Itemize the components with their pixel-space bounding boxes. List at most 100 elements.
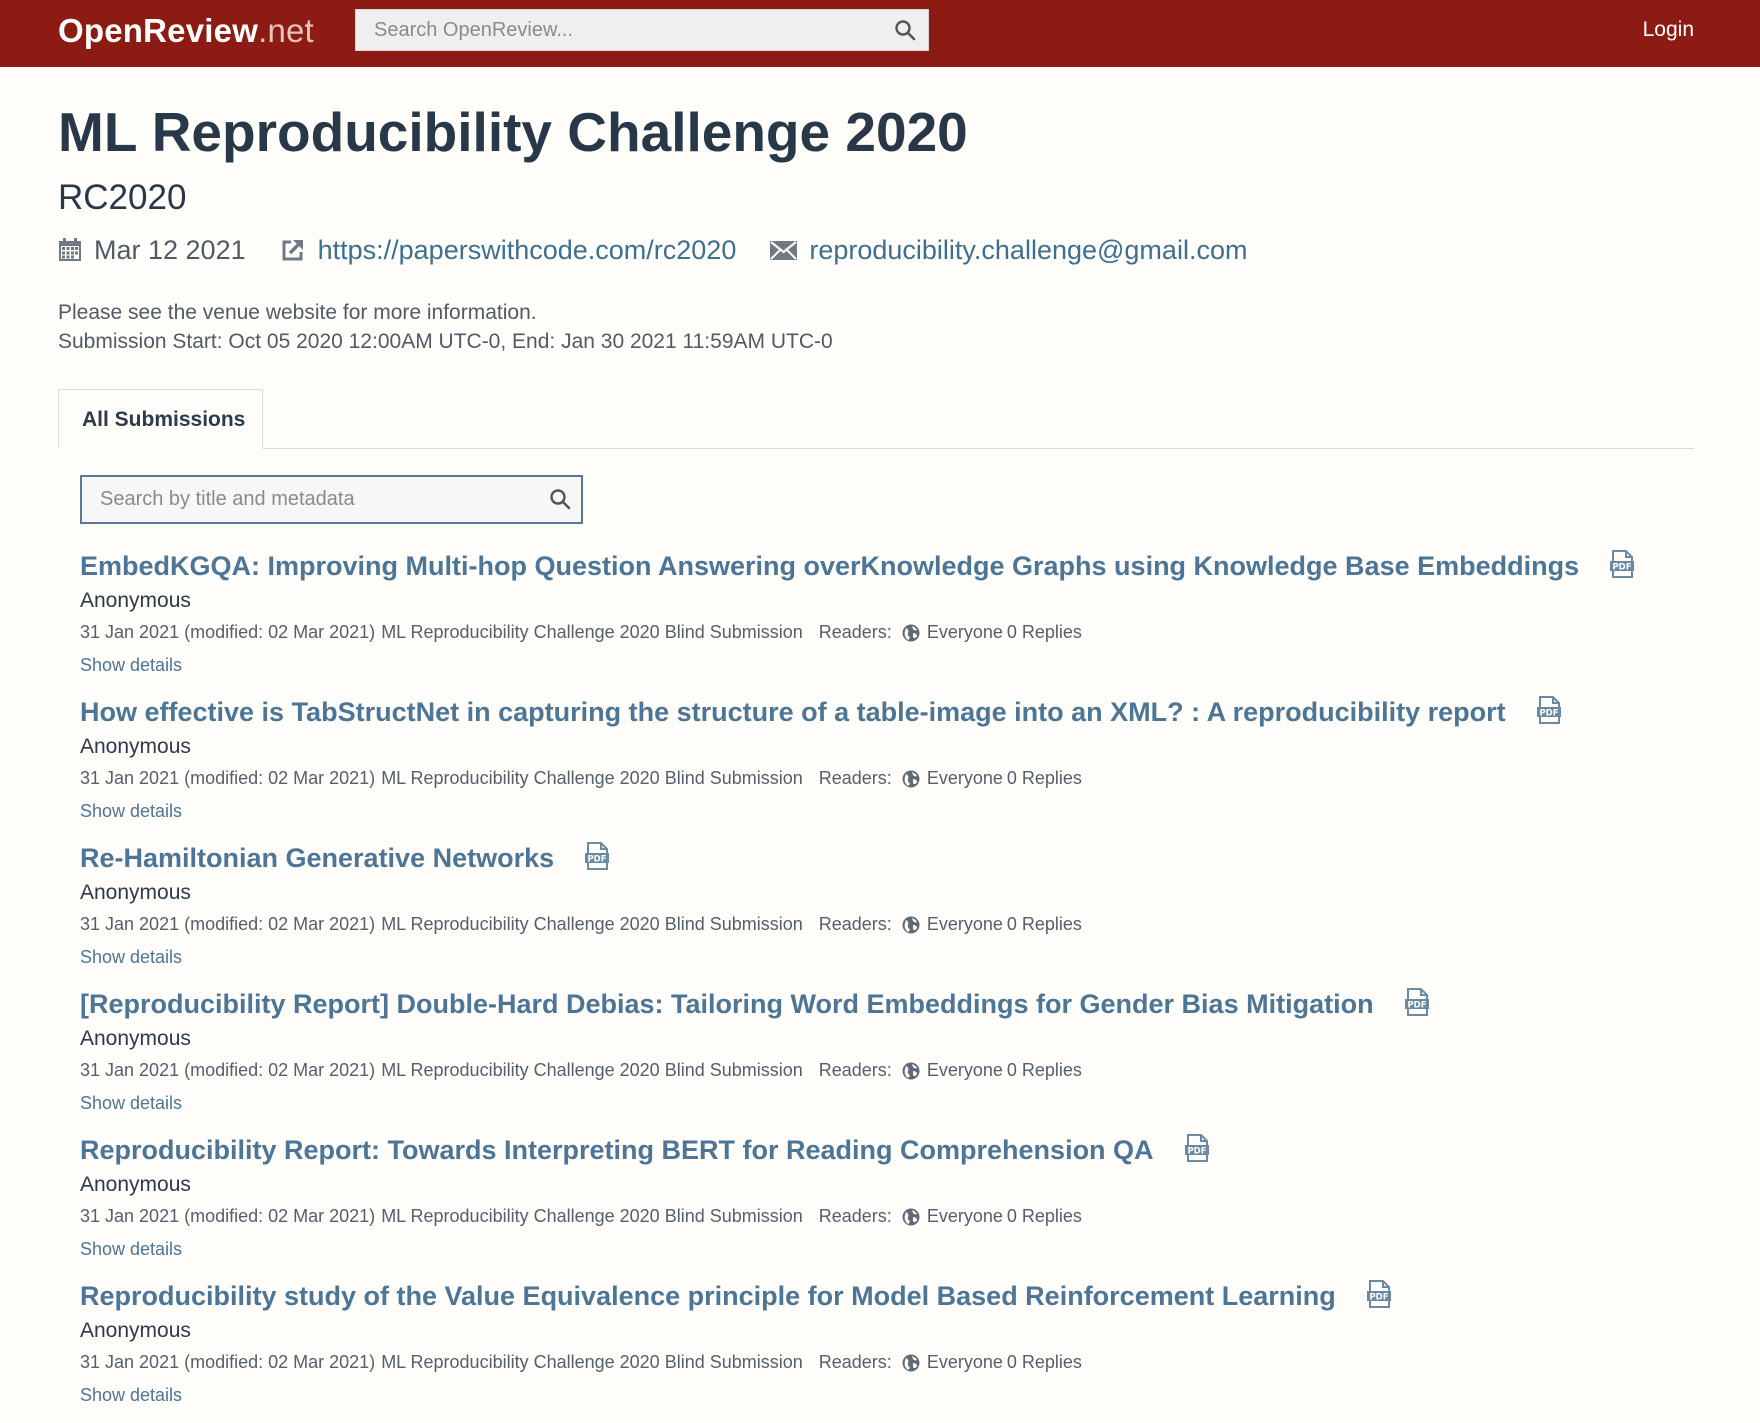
readers-value: Everyone — [926, 622, 1003, 642]
readers-label: Readers: — [818, 1206, 892, 1226]
submission-meta: 31 Jan 2021 (modified: 02 Mar 2021) ML R… — [80, 762, 1700, 795]
submission-invitation: ML Reproducibility Challenge 2020 Blind … — [381, 1060, 803, 1080]
venue-meta: Mar 12 2021 https://paperswithcode.com/r… — [58, 232, 1281, 268]
submission-authors[interactable]: Anonymous — [80, 732, 1700, 762]
submissions-filter — [80, 475, 583, 524]
submission-item: How effective is TabStructNet in capturi… — [80, 693, 1700, 839]
submission-item: Reproducibility Report: Towards Interpre… — [80, 1131, 1700, 1277]
submission-item: Re-Hamiltonian Generative Networks PDF A… — [80, 839, 1700, 985]
brand-suffix: .net — [258, 12, 314, 49]
submission-meta: 31 Jan 2021 (modified: 02 Mar 2021) ML R… — [80, 616, 1700, 649]
venue-subtitle: RC2020 — [58, 178, 187, 217]
brand-logo[interactable]: OpenReview.net — [58, 12, 314, 50]
submission-title-row: Re-Hamiltonian Generative Networks PDF — [80, 839, 1700, 877]
readers-label: Readers: — [818, 1352, 892, 1372]
replies-count: 0 Replies — [1006, 768, 1082, 788]
venue-submission-dates: Submission Start: Oct 05 2020 12:00AM UT… — [58, 330, 833, 353]
global-search-input[interactable] — [356, 10, 928, 50]
venue-website-link[interactable]: https://paperswithcode.com/rc2020 — [318, 235, 737, 266]
venue-email-link[interactable]: reproducibility.challenge@gmail.com — [809, 235, 1247, 266]
submission-dates: 31 Jan 2021 (modified: 02 Mar 2021) — [80, 768, 376, 788]
pdf-icon[interactable]: PDF — [1184, 1133, 1210, 1167]
replies-count: 0 Replies — [1006, 1352, 1082, 1372]
submission-item: Reproducibility study of the Value Equiv… — [80, 1277, 1700, 1423]
pdf-icon[interactable]: PDF — [1404, 987, 1430, 1021]
globe-icon — [902, 624, 920, 642]
venue-date-text: Mar 12 2021 — [94, 234, 246, 265]
global-search — [355, 9, 929, 51]
submission-list: EmbedKGQA: Improving Multi-hop Question … — [80, 547, 1700, 1423]
envelope-icon — [770, 241, 798, 260]
readers-value: Everyone — [926, 1352, 1003, 1372]
search-icon[interactable] — [549, 488, 571, 515]
submission-title-row: Reproducibility Report: Towards Interpre… — [80, 1131, 1700, 1169]
readers-value: Everyone — [926, 1060, 1003, 1080]
show-details-link[interactable]: Show details — [80, 1233, 182, 1266]
submission-invitation: ML Reproducibility Challenge 2020 Blind … — [381, 914, 803, 934]
login-link[interactable]: Login — [1643, 18, 1694, 42]
replies-count: 0 Replies — [1006, 1206, 1082, 1226]
submission-authors[interactable]: Anonymous — [80, 878, 1700, 908]
readers-label: Readers: — [818, 768, 892, 788]
pdf-icon[interactable]: PDF — [1609, 549, 1635, 583]
show-details-link[interactable]: Show details — [80, 1379, 182, 1412]
readers-value: Everyone — [926, 768, 1003, 788]
submission-title-link[interactable]: Reproducibility study of the Value Equiv… — [80, 1281, 1336, 1312]
submission-item: EmbedKGQA: Improving Multi-hop Question … — [80, 547, 1700, 693]
submission-title-link[interactable]: Reproducibility Report: Towards Interpre… — [80, 1135, 1154, 1166]
show-details-link[interactable]: Show details — [80, 1087, 182, 1120]
svg-text:PDF: PDF — [588, 854, 607, 864]
submission-authors[interactable]: Anonymous — [80, 1316, 1700, 1346]
show-details-link[interactable]: Show details — [80, 649, 182, 682]
venue-description: Please see the venue website for more in… — [58, 298, 833, 356]
submission-meta: 31 Jan 2021 (modified: 02 Mar 2021) ML R… — [80, 908, 1700, 941]
submission-title-link[interactable]: How effective is TabStructNet in capturi… — [80, 697, 1506, 728]
brand-main: OpenReview — [58, 12, 259, 49]
submission-title-row: How effective is TabStructNet in capturi… — [80, 693, 1700, 731]
submission-meta: 31 Jan 2021 (modified: 02 Mar 2021) ML R… — [80, 1054, 1700, 1087]
submission-dates: 31 Jan 2021 (modified: 02 Mar 2021) — [80, 622, 376, 642]
submission-invitation: ML Reproducibility Challenge 2020 Blind … — [381, 1352, 803, 1372]
svg-text:PDF: PDF — [1613, 562, 1632, 572]
submission-title-row: Reproducibility study of the Value Equiv… — [80, 1277, 1700, 1315]
submission-title-link[interactable]: Re-Hamiltonian Generative Networks — [80, 843, 554, 874]
pdf-icon[interactable]: PDF — [1366, 1279, 1392, 1313]
submission-meta: 31 Jan 2021 (modified: 02 Mar 2021) ML R… — [80, 1346, 1700, 1379]
submission-invitation: ML Reproducibility Challenge 2020 Blind … — [381, 768, 803, 788]
submission-invitation: ML Reproducibility Challenge 2020 Blind … — [381, 1206, 803, 1226]
globe-icon — [902, 916, 920, 934]
replies-count: 0 Replies — [1006, 914, 1082, 934]
submission-title-link[interactable]: EmbedKGQA: Improving Multi-hop Question … — [80, 551, 1579, 582]
show-details-link[interactable]: Show details — [80, 795, 182, 828]
submission-title-row: EmbedKGQA: Improving Multi-hop Question … — [80, 547, 1700, 585]
venue-title: ML Reproducibility Challenge 2020 — [58, 101, 968, 163]
pdf-icon[interactable]: PDF — [584, 841, 610, 875]
readers-label: Readers: — [818, 1060, 892, 1080]
submission-dates: 31 Jan 2021 (modified: 02 Mar 2021) — [80, 1060, 376, 1080]
submission-dates: 31 Jan 2021 (modified: 02 Mar 2021) — [80, 1206, 376, 1226]
svg-text:PDF: PDF — [1539, 708, 1558, 718]
svg-text:PDF: PDF — [1407, 1000, 1426, 1010]
submission-authors[interactable]: Anonymous — [80, 1170, 1700, 1200]
venue-date: Mar 12 2021 — [58, 235, 246, 266]
submission-authors[interactable]: Anonymous — [80, 1024, 1700, 1054]
submission-item: [Reproducibility Report] Double-Hard Deb… — [80, 985, 1700, 1131]
search-icon[interactable] — [894, 19, 916, 46]
submission-title-link[interactable]: [Reproducibility Report] Double-Hard Deb… — [80, 989, 1374, 1020]
readers-value: Everyone — [926, 1206, 1003, 1226]
pdf-icon[interactable]: PDF — [1536, 695, 1562, 729]
globe-icon — [902, 1208, 920, 1226]
submission-dates: 31 Jan 2021 (modified: 02 Mar 2021) — [80, 914, 376, 934]
svg-text:PDF: PDF — [1187, 1146, 1206, 1156]
replies-count: 0 Replies — [1006, 1060, 1082, 1080]
submission-authors[interactable]: Anonymous — [80, 586, 1700, 616]
tab-all-submissions[interactable]: All Submissions — [58, 389, 263, 449]
globe-icon — [902, 1062, 920, 1080]
external-link-icon — [282, 240, 303, 261]
submission-dates: 31 Jan 2021 (modified: 02 Mar 2021) — [80, 1352, 376, 1372]
venue-description-line: Please see the venue website for more in… — [58, 301, 537, 324]
filter-input[interactable] — [82, 477, 581, 522]
readers-label: Readers: — [818, 914, 892, 934]
show-details-link[interactable]: Show details — [80, 941, 182, 974]
submission-title-row: [Reproducibility Report] Double-Hard Deb… — [80, 985, 1700, 1023]
